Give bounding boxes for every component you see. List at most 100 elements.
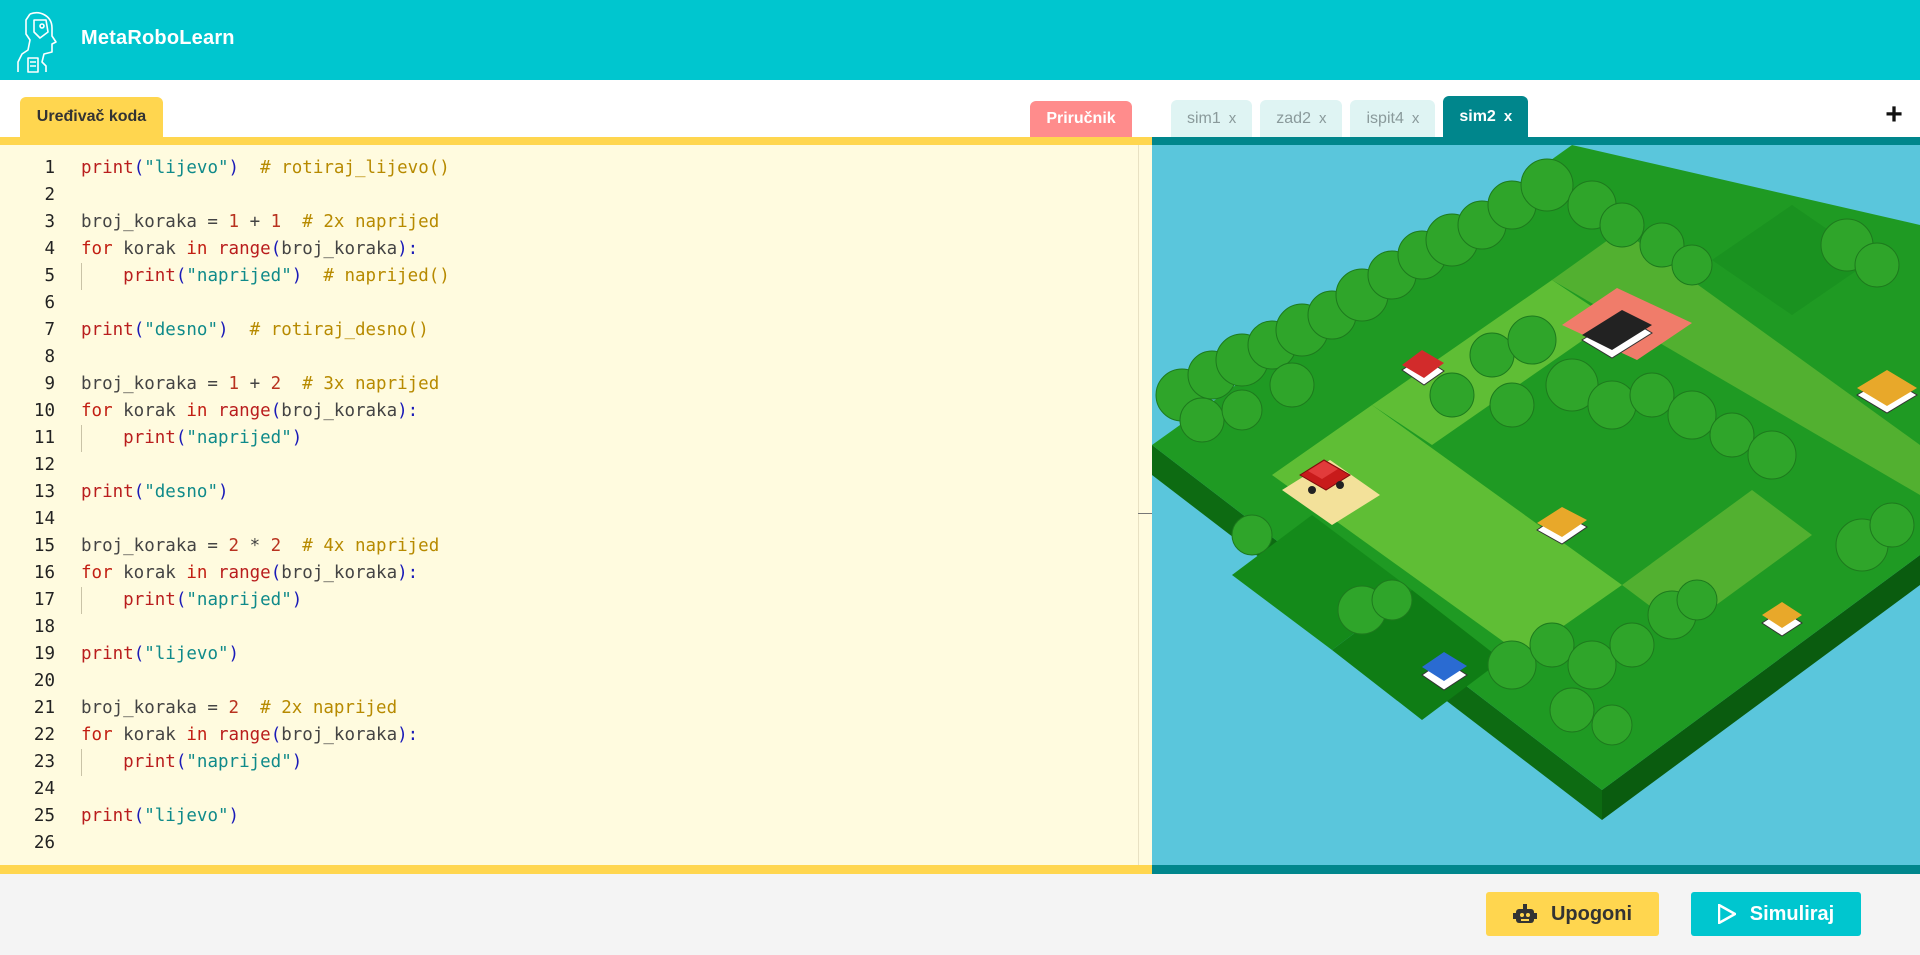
code-editor[interactable]: 1 print("lijevo") # rotiraj_lijevo() 2 3 bro… — [0, 145, 1140, 865]
code-token: ( — [175, 752, 187, 772]
line-number: 4 — [44, 239, 55, 259]
code-line[interactable]: 23 print("naprijed") — [0, 749, 1140, 776]
line-text: for korak in range(broj_koraka): — [55, 560, 418, 587]
code-token: ) — [218, 482, 229, 502]
line-text — [55, 830, 81, 857]
code-token: ) — [291, 752, 303, 772]
code-line[interactable]: 2 — [0, 182, 1140, 209]
code-token: in — [186, 401, 208, 421]
code-token: ): — [397, 401, 419, 421]
code-line[interactable]: 11 print("naprijed") — [0, 425, 1140, 452]
code-token: "naprijed" — [186, 266, 292, 286]
code-line[interactable]: 9 broj_koraka = 1 + 2 # 3x naprijed — [0, 371, 1140, 398]
tab-code-editor[interactable]: Uređivač koda — [20, 97, 163, 137]
code-token: 1 — [228, 374, 240, 394]
code-token: ( — [175, 590, 187, 610]
code-token: for — [81, 239, 113, 259]
code-line[interactable]: 17 print("naprijed") — [0, 587, 1140, 614]
code-token: ): — [397, 563, 419, 583]
code-token: print — [81, 644, 134, 664]
code-line[interactable]: 25 print("lijevo") — [0, 803, 1140, 830]
code-line[interactable]: 19 print("lijevo") — [0, 641, 1140, 668]
line-text — [55, 506, 81, 533]
code-token: in — [186, 725, 208, 745]
code-token: # rotiraj_lijevo() — [239, 158, 450, 178]
code-token: 1 — [228, 212, 240, 232]
code-line[interactable]: 26 — [0, 830, 1140, 857]
close-tab-button[interactable]: x — [1229, 110, 1237, 127]
app-header: MetaRoboLearn — [0, 0, 1920, 80]
robot-icon — [1512, 904, 1537, 923]
tab-zad2[interactable]: zad2 x — [1260, 100, 1343, 137]
code-token: 1 — [270, 212, 282, 232]
run-button[interactable]: Upogoni — [1486, 892, 1659, 936]
code-line[interactable]: 14 — [0, 506, 1140, 533]
code-line[interactable]: 3 broj_koraka = 1 + 1 # 2x naprijed — [0, 209, 1140, 236]
indent-guide — [81, 587, 82, 614]
close-tab-button[interactable]: x — [1504, 108, 1512, 125]
code-line[interactable]: 10 for korak in range(broj_koraka): — [0, 398, 1140, 425]
code-line[interactable]: 7 print("desno") # rotiraj_desno() — [0, 317, 1140, 344]
indent-guide — [81, 263, 82, 290]
editor-top-border — [0, 137, 1152, 145]
simulation-tab-bar: sim1 x zad2 x ispit4 x sim2 x — [1171, 96, 1529, 137]
code-line[interactable]: 16 for korak in range(broj_koraka): — [0, 560, 1140, 587]
line-text — [55, 182, 81, 209]
code-line[interactable]: 15 broj_koraka = 2 * 2 # 4x naprijed — [0, 533, 1140, 560]
code-line[interactable]: 8 — [0, 344, 1140, 371]
line-number: 5 — [44, 266, 55, 286]
code-token: "desno" — [144, 482, 218, 502]
editor-scrollbar[interactable] — [1140, 145, 1152, 865]
close-tab-button[interactable]: x — [1319, 110, 1327, 127]
simulator-viewport[interactable] — [1152, 145, 1920, 865]
code-line[interactable]: 18 — [0, 614, 1140, 641]
tab-sim1[interactable]: sim1 x — [1171, 100, 1253, 137]
line-number: 22 — [33, 725, 55, 745]
code-lines[interactable]: 1 print("lijevo") # rotiraj_lijevo() 2 3 bro… — [0, 155, 1140, 857]
code-line[interactable]: 4 for korak in range(broj_koraka): — [0, 236, 1140, 263]
tab-manual[interactable]: Priručnik — [1030, 101, 1132, 137]
isometric-world — [1152, 145, 1920, 820]
code-line[interactable]: 1 print("lijevo") # rotiraj_lijevo() — [0, 155, 1140, 182]
code-token: 2 — [228, 536, 240, 556]
code-token: 2 — [270, 536, 282, 556]
line-text — [55, 776, 81, 803]
tab-sim2[interactable]: sim2 x — [1443, 96, 1529, 137]
code-token: ) — [228, 806, 240, 826]
code-line[interactable]: 5 print("naprijed") # naprijed() — [0, 263, 1140, 290]
code-line[interactable]: 24 — [0, 776, 1140, 803]
add-tab-button[interactable]: + — [1880, 100, 1908, 130]
editor-bottom-border — [0, 865, 1152, 874]
code-token: broj_koraka — [281, 239, 398, 259]
code-token: ) — [291, 266, 303, 286]
code-line[interactable]: 21 broj_koraka = 2 # 2x naprijed — [0, 695, 1140, 722]
code-token: print — [123, 752, 176, 772]
tab-label: sim2 — [1459, 107, 1496, 125]
code-line[interactable]: 12 — [0, 452, 1140, 479]
code-token: in — [186, 239, 208, 259]
tab-ispit4[interactable]: ispit4 x — [1350, 100, 1436, 137]
code-token: ) — [218, 320, 229, 340]
code-token: ): — [397, 725, 419, 745]
line-text: for korak in range(broj_koraka): — [55, 398, 418, 425]
code-line[interactable]: 22 for korak in range(broj_koraka): — [0, 722, 1140, 749]
code-token: "lijevo" — [144, 644, 229, 664]
code-token: "desno" — [144, 320, 218, 340]
code-line[interactable]: 20 — [0, 668, 1140, 695]
code-token: ) — [228, 158, 240, 178]
code-token: # rotiraj_desno() — [228, 320, 429, 340]
code-token: ( — [270, 239, 282, 259]
code-token: + — [239, 374, 271, 394]
simulate-button[interactable]: Simuliraj — [1691, 892, 1861, 936]
line-number: 20 — [33, 671, 55, 691]
code-token: broj_koraka = — [81, 536, 229, 556]
line-number: 10 — [33, 401, 55, 421]
close-tab-button[interactable]: x — [1412, 110, 1420, 127]
line-text: broj_koraka = 1 + 1 # 2x naprijed — [55, 209, 439, 236]
code-line[interactable]: 6 — [0, 290, 1140, 317]
code-line[interactable]: 13 print("desno") — [0, 479, 1140, 506]
code-token: 2 — [270, 374, 282, 394]
code-token: ( — [133, 158, 145, 178]
